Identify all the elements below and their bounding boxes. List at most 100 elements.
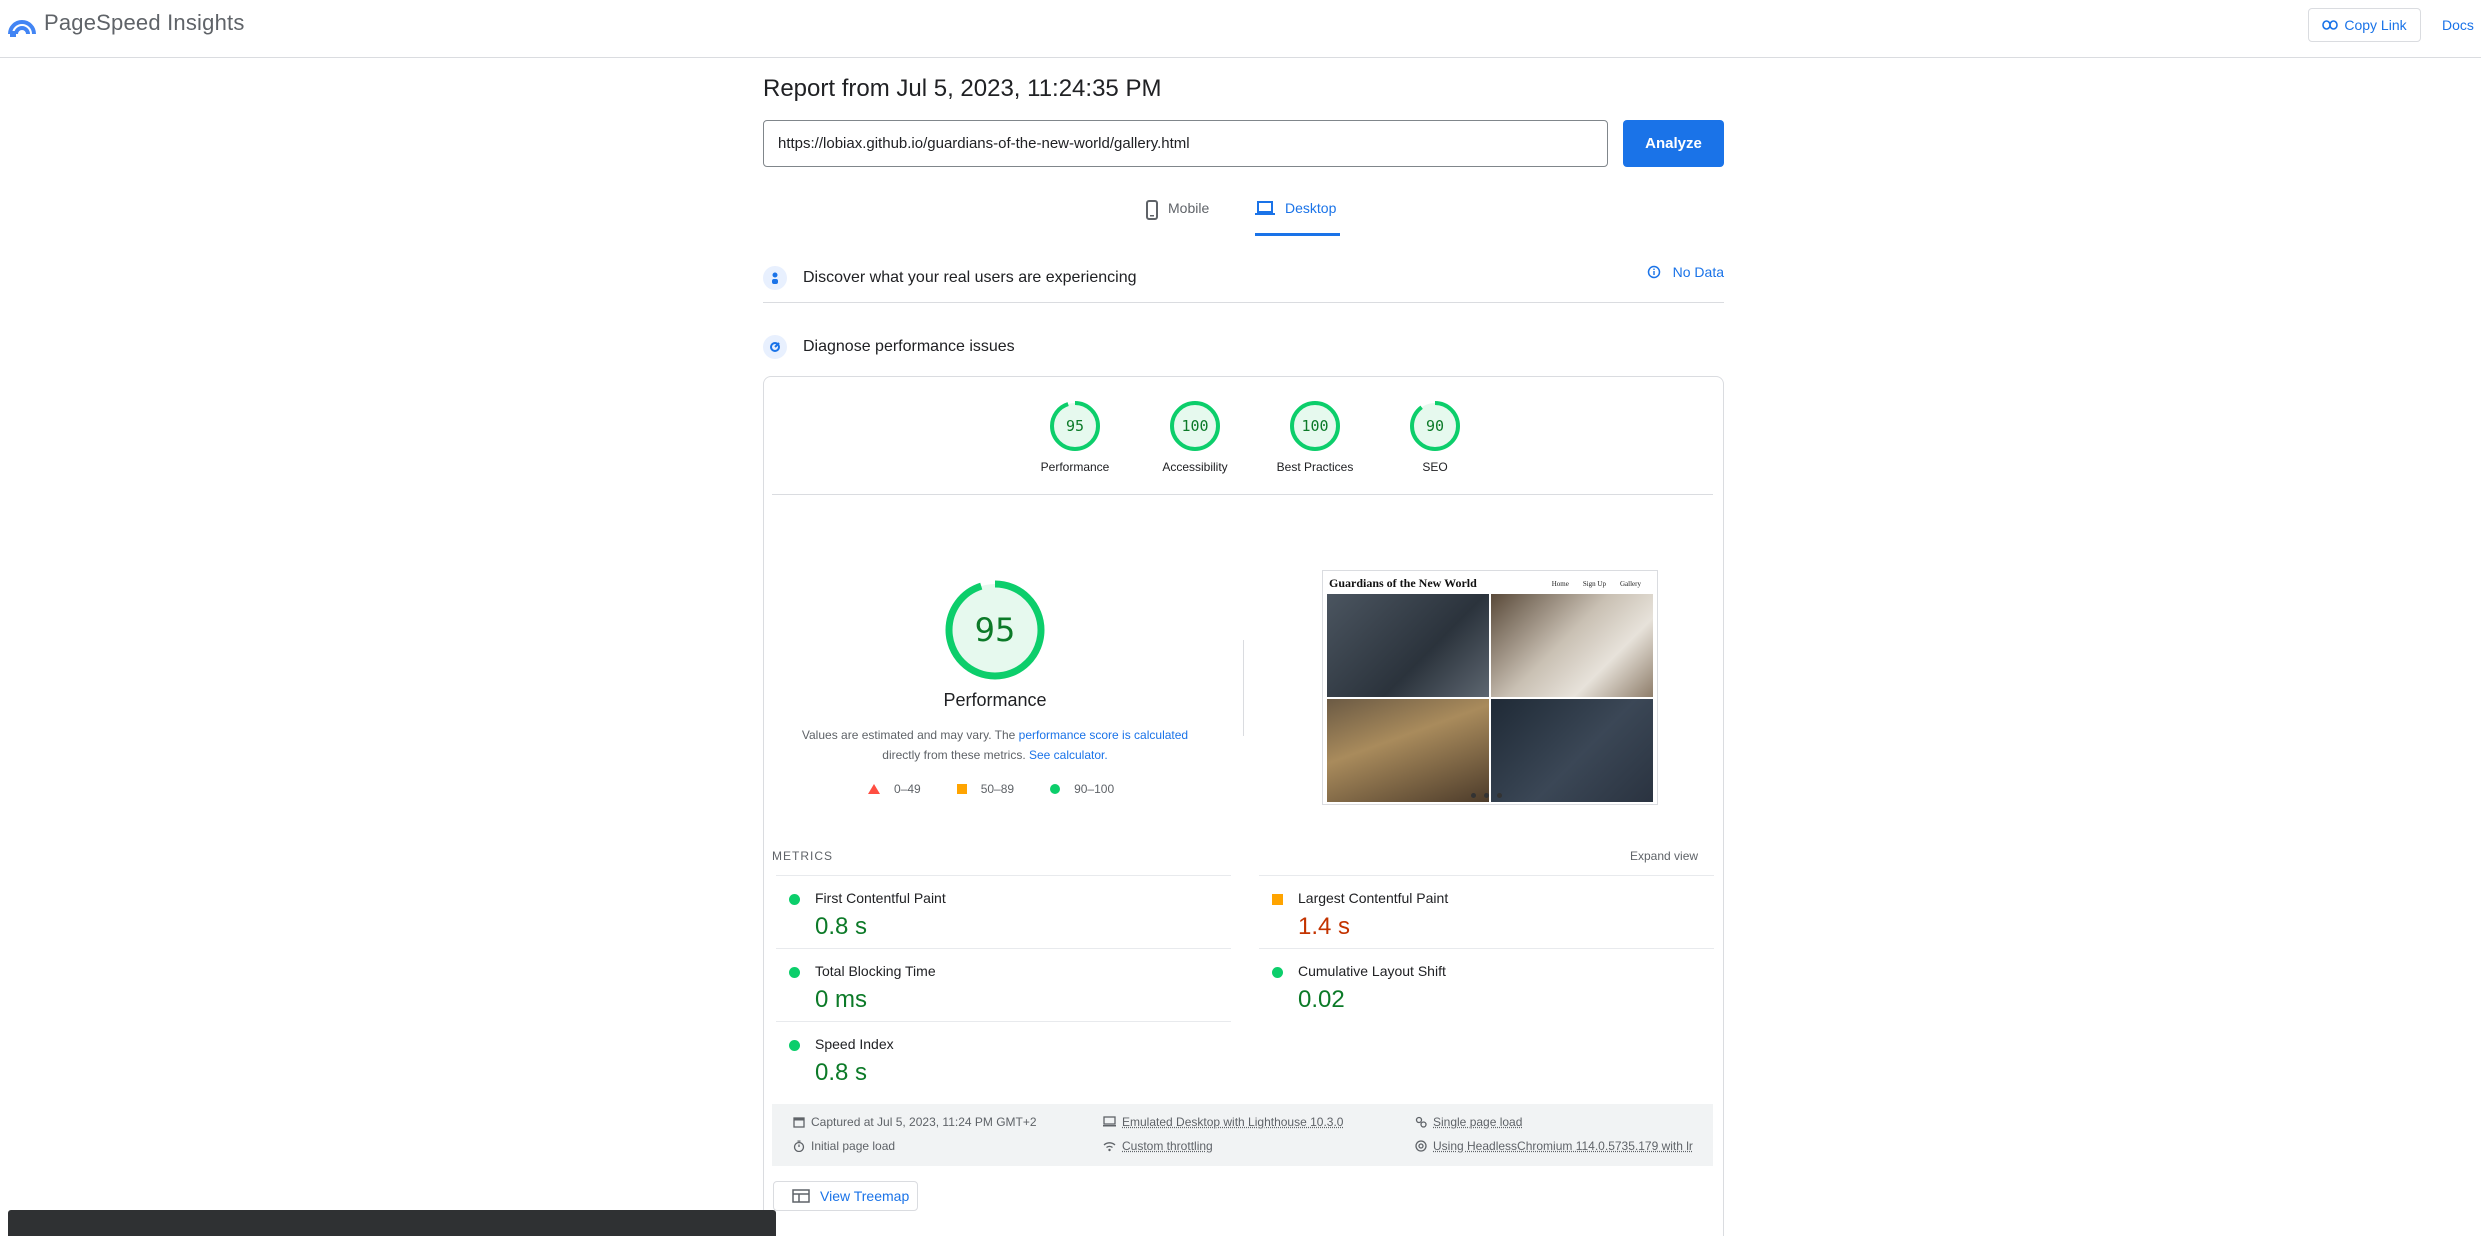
snackbar	[8, 1210, 776, 1236]
url-input[interactable]	[763, 120, 1608, 167]
metric-label: Largest Contentful Paint	[1298, 890, 1449, 906]
metric-cls: Cumulative Layout Shift 0.02	[1259, 948, 1714, 1021]
thumbnail-nav: Home Sign Up Gallery	[1552, 580, 1641, 588]
tab-desktop[interactable]: Desktop	[1255, 198, 1340, 236]
good-circle-icon	[789, 967, 800, 978]
treemap-icon	[792, 1189, 810, 1203]
note-text: Values are estimated and may vary. The	[801, 728, 1019, 742]
gauge-ring: 90	[1410, 401, 1460, 451]
score-calculated-link[interactable]: performance score is calculated	[1019, 728, 1188, 742]
users-icon	[763, 265, 787, 290]
tab-mobile-label: Mobile	[1168, 200, 1210, 216]
thumbnail-site-title: Guardians of the New World	[1329, 576, 1477, 590]
gauge-value: 95	[1066, 417, 1084, 435]
runtime-initial-text: Initial page load	[811, 1139, 896, 1153]
gallery-photo-dice	[1491, 594, 1653, 697]
mobile-phone-icon	[1146, 200, 1158, 220]
performance-title: Performance	[943, 690, 1047, 710]
runtime-browser[interactable]: Using HeadlessChromium 114.0.5735.179 wi…	[1415, 1139, 1693, 1153]
metrics-heading: METRICS	[772, 849, 833, 863]
runtime-throttling[interactable]: Custom throttling	[1103, 1139, 1213, 1153]
metric-value: 1.4 s	[1298, 913, 1351, 940]
score-gauges: 95 Performance 100 Accessibility 100 Bes…	[1015, 400, 1475, 480]
gauge-label: Best Practices	[1276, 460, 1354, 474]
runtime-single-text: Single page load	[1433, 1115, 1523, 1129]
no-data-label: No Data	[1672, 264, 1724, 280]
good-circle-icon	[789, 1040, 800, 1051]
divider	[772, 494, 1713, 495]
view-treemap-button[interactable]: View Treemap	[773, 1181, 918, 1211]
expand-view-toggle[interactable]: Expand view	[1630, 849, 1698, 863]
triangle-icon	[868, 784, 880, 794]
runtime-emulated[interactable]: Emulated Desktop with Lighthouse 10.3.0	[1103, 1115, 1343, 1129]
metric-tbt: Total Blocking Time 0 ms	[776, 948, 1231, 1021]
gauge-performance[interactable]: 95 Performance	[1015, 400, 1135, 474]
square-icon	[956, 784, 967, 794]
runtime-captured: Captured at Jul 5, 2023, 11:24 PM GMT+2	[793, 1115, 1037, 1129]
brand-title[interactable]: PageSpeed Insights	[44, 10, 245, 36]
runtime-single[interactable]: Single page load	[1415, 1115, 1522, 1129]
gauge-value: 90	[1426, 417, 1444, 435]
good-circle-icon	[1272, 967, 1283, 978]
chrome-icon	[1415, 1140, 1427, 1152]
gallery-photo-miniatures	[1327, 594, 1489, 697]
wifi-icon	[1103, 1142, 1116, 1152]
view-treemap-label: View Treemap	[820, 1188, 910, 1204]
runtime-captured-text: Captured at Jul 5, 2023, 11:24 PM GMT+2	[811, 1115, 1037, 1129]
report-title: Report from Jul 5, 2023, 11:24:35 PM	[763, 75, 1162, 102]
legend-poor: 0–49	[868, 782, 921, 796]
metric-label: Total Blocking Time	[815, 963, 936, 979]
gauge-accessibility[interactable]: 100 Accessibility	[1135, 400, 1255, 474]
average-square-icon	[1272, 894, 1283, 905]
score-legend: 0–49 50–89 90–100	[868, 782, 1148, 796]
metric-value: 0 ms	[815, 986, 868, 1013]
legend-average-label: 50–89	[980, 782, 1015, 796]
gauge-best-practices[interactable]: 100 Best Practices	[1255, 400, 1375, 474]
gauge-seo[interactable]: 90 SEO	[1375, 400, 1495, 474]
runtime-initial: Initial page load	[793, 1139, 895, 1153]
thumbnail-nav-item: Home	[1551, 580, 1569, 588]
gauge-label: SEO	[1422, 460, 1448, 474]
thumbnail-nav-item: Sign Up	[1582, 580, 1606, 588]
tab-mobile[interactable]: Mobile	[1146, 198, 1209, 236]
calendar-icon	[793, 1117, 805, 1128]
metric-label: Speed Index	[815, 1036, 894, 1052]
metric-si: Speed Index 0.8 s	[776, 1021, 1231, 1094]
vertical-divider	[1243, 640, 1244, 736]
desktop-icon	[1103, 1116, 1116, 1127]
docs-link[interactable]: Docs	[2442, 17, 2474, 33]
analyze-button[interactable]: Analyze	[1623, 120, 1724, 167]
discover-section[interactable]: Discover what your real users are experi…	[763, 253, 1724, 303]
thumbnail-nav-item: Gallery	[1620, 580, 1641, 588]
info-icon	[1647, 265, 1660, 279]
final-screenshot[interactable]: Guardians of the New World Home Sign Up …	[1322, 570, 1658, 805]
diagnose-section: Diagnose performance issues	[763, 327, 1724, 367]
metric-value: 0.8 s	[815, 1059, 868, 1086]
laptop-icon	[1255, 201, 1275, 215]
gallery-photo-army	[1491, 699, 1653, 802]
discover-title: Discover what your real users are experi…	[803, 268, 1137, 286]
gauge-ring: 95	[1050, 401, 1100, 451]
performance-gauge: 95	[945, 580, 1045, 680]
copy-link-label: Copy Link	[2344, 17, 2407, 33]
gauge-ring: 100	[1170, 401, 1220, 451]
legend-average: 50–89	[956, 782, 1015, 796]
gauge-label: Performance	[1040, 460, 1110, 474]
diagnose-title: Diagnose performance issues	[803, 338, 1015, 355]
metric-value: 0.02	[1298, 986, 1345, 1013]
timer-icon	[793, 1140, 805, 1152]
link-icon	[2322, 20, 2339, 30]
good-circle-icon	[789, 894, 800, 905]
no-data-link[interactable]: No Data	[1647, 264, 1724, 280]
top-bar: PageSpeed Insights Copy Link Docs	[0, 0, 2481, 58]
tab-desktop-label: Desktop	[1285, 200, 1337, 216]
runtime-emulated-text: Emulated Desktop with Lighthouse 10.3.0	[1122, 1115, 1344, 1129]
gauge-label: Accessibility	[1162, 460, 1228, 474]
see-calculator-link[interactable]: See calculator.	[1029, 748, 1108, 762]
performance-note: Values are estimated and may vary. The p…	[785, 725, 1205, 765]
copy-link-button[interactable]: Copy Link	[2308, 8, 2421, 42]
metric-label: Cumulative Layout Shift	[1298, 963, 1446, 979]
metric-label: First Contentful Paint	[815, 890, 946, 906]
legend-good: 90–100	[1050, 782, 1114, 796]
runtime-throttling-text: Custom throttling	[1122, 1139, 1213, 1153]
